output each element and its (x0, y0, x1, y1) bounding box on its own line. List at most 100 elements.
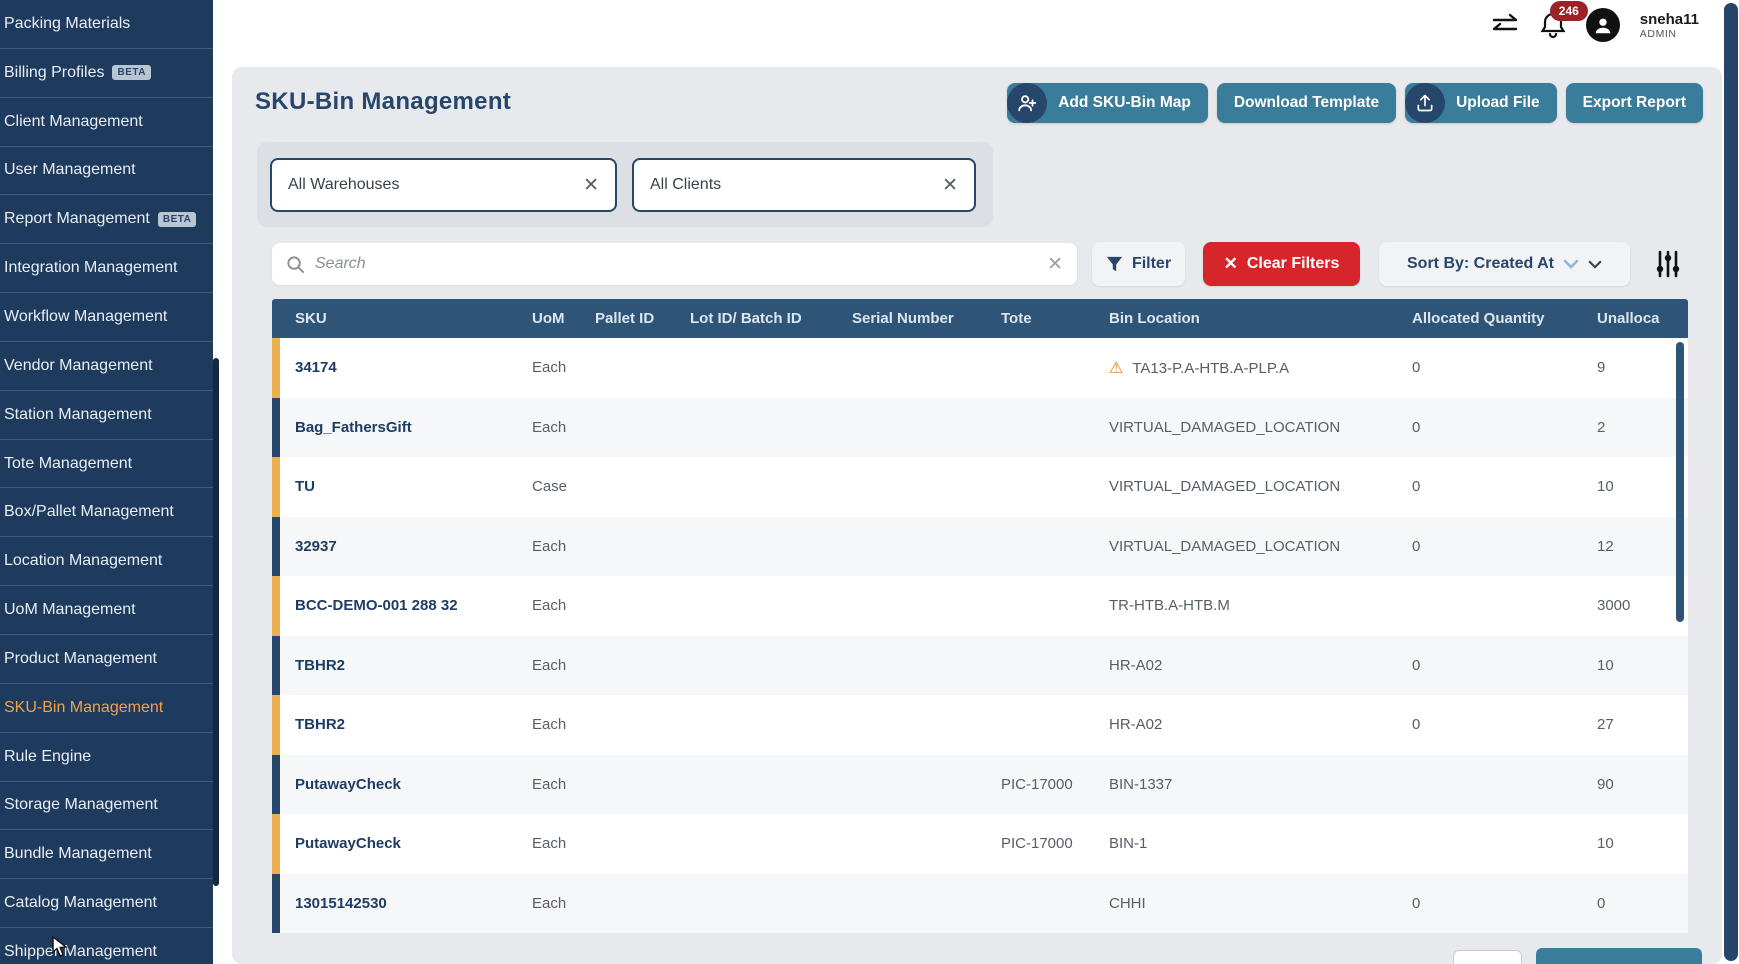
search-clear-icon[interactable]: ✕ (1047, 253, 1063, 276)
clear-filters-button[interactable]: ✕ Clear Filters (1203, 242, 1360, 286)
warehouse-clear-icon[interactable]: ✕ (583, 174, 599, 197)
sidebar-item-label: Vendor Management (4, 357, 153, 375)
cell-tote: PIC-17000 (1001, 776, 1109, 793)
column-settings-icon[interactable] (1650, 246, 1686, 282)
sidebar-item-bundle-management[interactable]: Bundle Management (0, 830, 213, 879)
column-header-tote[interactable]: Tote (1001, 310, 1109, 327)
table-row[interactable]: 34174 Each ⚠TA13-P.A-HTB.A-PLP.A 0 9 (272, 338, 1688, 398)
sidebar-item-user-management[interactable]: User Management (0, 147, 213, 196)
export-report-button[interactable]: Export Report (1566, 83, 1703, 123)
filter-button[interactable]: Filter (1092, 242, 1185, 286)
table-row[interactable]: TU Case ⚠VIRTUAL_DAMAGED_LOCATION 0 10 (272, 457, 1688, 517)
row-status-strip (272, 755, 280, 815)
column-header-serial-number[interactable]: Serial Number (852, 310, 1001, 327)
cell-bin-location: ⚠BIN-1337 (1109, 776, 1412, 793)
cell-tote: PIC-17000 (1001, 835, 1109, 852)
content-panel: SKU-Bin Management Add SKU-Bin Map Downl… (232, 67, 1722, 964)
cell-sku: PutawayCheck (280, 776, 401, 793)
cell-allocated-quantity: 0 (1412, 419, 1597, 436)
sidebar-item-billing-profiles[interactable]: Billing Profiles BETA (0, 49, 213, 98)
user-role-text: ADMIN (1640, 28, 1699, 40)
column-header-lot-id-batch-id[interactable]: Lot ID/ Batch ID (690, 310, 852, 327)
cell-allocated-quantity: 0 (1412, 895, 1597, 912)
sidebar-scrollbar-thumb[interactable] (213, 358, 219, 886)
download-template-button[interactable]: Download Template (1217, 83, 1396, 123)
sidebar-item-tote-management[interactable]: Tote Management (0, 440, 213, 489)
cell-sku: TU (280, 478, 315, 495)
sidebar-item-label: Location Management (4, 552, 162, 570)
sidebar-item-station-management[interactable]: Station Management (0, 391, 213, 440)
sort-by-dropdown[interactable]: Sort By: Created At (1379, 242, 1630, 286)
cell-sku: BCC-DEMO-001 288 32 (280, 597, 458, 614)
sidebar-item-packing-materials[interactable]: Packing Materials (0, 0, 213, 49)
column-header-uom[interactable]: UoM (532, 310, 595, 327)
sidebar-item-shipper-management[interactable]: Shipper Management (0, 928, 213, 964)
sidebar-item-location-management[interactable]: Location Management (0, 537, 213, 586)
sidebar-item-uom-management[interactable]: UoM Management (0, 586, 213, 635)
client-clear-icon[interactable]: ✕ (942, 174, 958, 197)
upload-icon (1405, 83, 1445, 123)
column-header-allocated-quantity[interactable]: Allocated Quantity (1412, 310, 1597, 327)
sidebar-item-storage-management[interactable]: Storage Management (0, 782, 213, 831)
sidebar-item-client-management[interactable]: Client Management (0, 98, 213, 147)
table-row[interactable]: 13015142530 Each ⚠CHHI 0 0 (272, 874, 1688, 934)
search-input[interactable]: Search ✕ (272, 243, 1077, 285)
cell-allocated-quantity: 0 (1412, 716, 1597, 733)
table-row[interactable]: Bag_FathersGift Each ⚠VIRTUAL_DAMAGED_LO… (272, 398, 1688, 458)
warehouse-select[interactable]: All Warehouses ✕ (270, 158, 617, 212)
add-sku-bin-map-button[interactable]: Add SKU-Bin Map (1007, 83, 1208, 123)
cell-unallocated-quantity: 27 (1597, 716, 1688, 733)
cell-unallocated-quantity: 90 (1597, 776, 1688, 793)
table-row[interactable]: BCC-DEMO-001 288 32 Each ⚠TR-HTB.A-HTB.M… (272, 576, 1688, 636)
column-header-sku[interactable]: SKU (272, 310, 532, 327)
sidebar-item-label: Station Management (4, 406, 152, 424)
warning-icon: ⚠ (1109, 360, 1123, 377)
pagination-button-partial[interactable] (1536, 948, 1702, 964)
avatar[interactable] (1586, 8, 1620, 42)
sidebar-item-integration-management[interactable]: Integration Management (0, 244, 213, 293)
column-header-unalloca[interactable]: Unalloca (1597, 310, 1688, 327)
table-row[interactable]: PutawayCheck Each PIC-17000 ⚠BIN-1337 90 (272, 755, 1688, 815)
row-status-strip (272, 398, 280, 458)
row-status-strip (272, 517, 280, 577)
cell-bin-location: ⚠TR-HTB.A-HTB.M (1109, 597, 1412, 614)
upload-file-button[interactable]: Upload File (1405, 83, 1557, 123)
table-row[interactable]: TBHR2 Each ⚠HR-A02 0 27 (272, 695, 1688, 755)
sidebar-item-label: Shipper Management (4, 943, 157, 961)
sidebar-item-vendor-management[interactable]: Vendor Management (0, 342, 213, 391)
page-scrollbar-thumb[interactable] (1724, 3, 1738, 961)
table-row[interactable]: 32937 Each ⚠VIRTUAL_DAMAGED_LOCATION 0 1… (272, 517, 1688, 577)
notification-bell-icon[interactable]: 246 (1540, 10, 1566, 40)
page-title: SKU-Bin Management (255, 88, 511, 116)
sidebar-item-sku-bin-management[interactable]: SKU-Bin Management (0, 684, 213, 733)
row-status-strip (272, 636, 280, 696)
sidebar-item-report-management[interactable]: Report Management BETA (0, 195, 213, 244)
sidebar-item-label: UoM Management (4, 601, 136, 619)
client-select[interactable]: All Clients ✕ (632, 158, 976, 212)
sidebar-item-rule-engine[interactable]: Rule Engine (0, 733, 213, 782)
row-status-strip (272, 576, 280, 636)
chevron-down-icon-blue[interactable] (1563, 259, 1579, 269)
sidebar-item-label: Rule Engine (4, 748, 91, 766)
sidebar-item-box-pallet-management[interactable]: Box/Pallet Management (0, 488, 213, 537)
swap-arrows-icon[interactable] (1490, 12, 1520, 38)
table-row[interactable]: PutawayCheck Each PIC-17000 ⚠BIN-1 10 (272, 814, 1688, 874)
pagination-control-partial[interactable] (1453, 950, 1522, 964)
cell-bin-location: ⚠BIN-1 (1109, 835, 1412, 852)
sidebar-item-label: Integration Management (4, 259, 177, 277)
sidebar-item-catalog-management[interactable]: Catalog Management (0, 879, 213, 928)
cell-allocated-quantity: 0 (1412, 538, 1597, 555)
column-header-pallet-id[interactable]: Pallet ID (595, 310, 690, 327)
column-header-bin-location[interactable]: Bin Location (1109, 310, 1412, 327)
sidebar-item-product-management[interactable]: Product Management (0, 635, 213, 684)
sidebar-item-workflow-management[interactable]: Workflow Management (0, 293, 213, 342)
cell-sku: 13015142530 (280, 895, 387, 912)
cell-unallocated-quantity: 2 (1597, 419, 1688, 436)
table-scrollbar-thumb[interactable] (1676, 342, 1684, 622)
action-buttons: Add SKU-Bin Map Download Template Upload… (1007, 83, 1703, 123)
table-row[interactable]: TBHR2 Each ⚠HR-A02 0 10 (272, 636, 1688, 696)
chevron-down-icon[interactable] (1588, 260, 1602, 269)
cell-bin-location: ⚠VIRTUAL_DAMAGED_LOCATION (1109, 538, 1412, 555)
username-text: sneha11 (1640, 11, 1699, 28)
cell-uom: Each (532, 359, 595, 376)
